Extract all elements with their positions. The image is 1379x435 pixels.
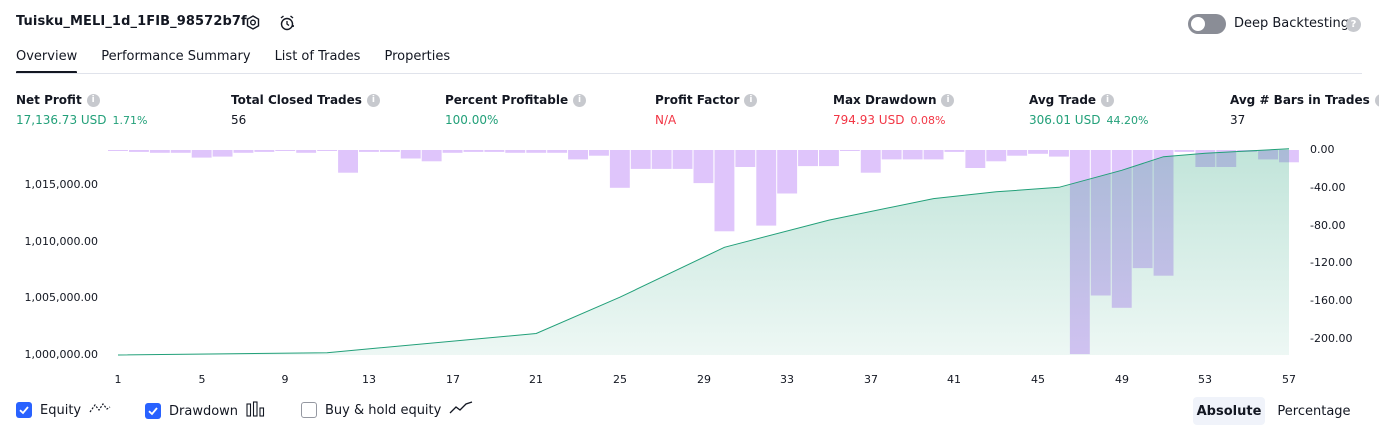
- drawdown-bar: [254, 150, 275, 152]
- equity-label: Equity: [40, 402, 82, 418]
- drawdown-bar: [400, 150, 421, 159]
- drawdown-bar: [881, 150, 902, 160]
- drawdown-bar: [296, 150, 317, 153]
- x-tick-label: 57: [1282, 373, 1296, 386]
- legend-buy-hold[interactable]: Buy & hold equity: [301, 401, 473, 419]
- x-tick-label: 5: [198, 373, 206, 386]
- percentage-button[interactable]: Percentage: [1273, 397, 1355, 425]
- drawdown-bar: [819, 150, 839, 167]
- bar-chart-icon: [246, 401, 266, 421]
- x-tick-label: 9: [281, 373, 289, 386]
- drawdown-bar: [191, 150, 212, 158]
- drawdown-bar: [317, 150, 338, 151]
- legend-drawdown[interactable]: Drawdown: [145, 401, 266, 421]
- x-tick-label: 33: [780, 373, 794, 386]
- drawdown-bar: [923, 150, 944, 160]
- drawdown-bar: [275, 150, 296, 151]
- drawdown-bar: [714, 150, 735, 232]
- drawdown-bar: [986, 150, 1007, 162]
- x-tick-label: 13: [362, 373, 376, 386]
- drawdown-bar: [1049, 150, 1069, 157]
- equity-tick-label: 1,000,000.00: [24, 348, 98, 361]
- drawdown-bar: [1174, 150, 1195, 152]
- drawdown-bar: [693, 150, 714, 184]
- drawdown-label: Drawdown: [169, 403, 239, 419]
- drawdown-bar: [672, 150, 693, 169]
- x-tick-label: 29: [697, 373, 711, 386]
- drawdown-bar: [589, 150, 609, 156]
- x-tick-label: 45: [1031, 373, 1045, 386]
- drawdown-bar: [421, 150, 442, 162]
- drawdown-tick-label: -200.00: [1310, 332, 1353, 345]
- drawdown-bar: [1028, 150, 1048, 154]
- x-tick-label: 49: [1115, 373, 1129, 386]
- drawdown-bar: [463, 150, 484, 152]
- buy-hold-label: Buy & hold equity: [325, 402, 442, 418]
- drawdown-bar: [129, 150, 149, 152]
- trend-line-icon: [449, 401, 473, 419]
- drawdown-tick-label: -160.00: [1310, 294, 1353, 307]
- drawdown-tick-label: -120.00: [1310, 256, 1353, 269]
- drawdown-bar: [630, 150, 651, 169]
- drawdown-bar: [359, 150, 379, 152]
- equity-tick-label: 1,010,000.00: [24, 235, 98, 248]
- drawdown-bar: [902, 150, 923, 160]
- drawdown-tick-label: -80.00: [1310, 219, 1346, 232]
- x-tick-label: 17: [446, 373, 460, 386]
- drawdown-bar: [839, 150, 860, 151]
- x-tick-label: 37: [864, 373, 878, 386]
- equity-tick-label: 1,005,000.00: [24, 291, 98, 304]
- drawdown-bar: [944, 150, 965, 152]
- drawdown-bar: [484, 150, 505, 152]
- drawdown-bar: [170, 150, 191, 153]
- drawdown-bar: [965, 150, 986, 168]
- drawdown-bar: [149, 150, 170, 153]
- legend-equity[interactable]: Equity: [16, 401, 111, 419]
- drawdown-bar: [609, 150, 630, 188]
- drawdown-bar: [547, 150, 568, 153]
- equity-tick-label: 1,015,000.00: [24, 178, 98, 191]
- drawdown-bar: [442, 150, 463, 153]
- drawdown-checkbox[interactable]: [145, 403, 161, 419]
- drawdown-bar: [526, 150, 547, 153]
- x-tick-label: 25: [613, 373, 627, 386]
- x-tick-label: 53: [1198, 373, 1212, 386]
- x-tick-label: 21: [529, 373, 543, 386]
- drawdown-tick-label: 0.00: [1310, 143, 1335, 156]
- buy-hold-checkbox[interactable]: [301, 402, 317, 418]
- drawdown-tick-label: -40.00: [1310, 181, 1346, 194]
- x-tick-label: 41: [947, 373, 961, 386]
- drawdown-bar: [735, 150, 756, 167]
- equity-drawdown-chart[interactable]: [0, 0, 1379, 435]
- absolute-button[interactable]: Absolute: [1193, 397, 1265, 425]
- drawdown-bar: [777, 150, 798, 194]
- drawdown-bar: [338, 150, 358, 173]
- drawdown-bar: [108, 150, 128, 151]
- equity-checkbox[interactable]: [16, 402, 32, 418]
- equity-line-icon: [89, 401, 111, 419]
- drawdown-bar: [860, 150, 881, 173]
- x-tick-label: 1: [114, 373, 122, 386]
- drawdown-bar: [505, 150, 526, 153]
- drawdown-bar: [568, 150, 588, 160]
- drawdown-bar: [212, 150, 233, 157]
- drawdown-bar: [651, 150, 672, 169]
- drawdown-bar: [756, 150, 777, 226]
- drawdown-bar: [379, 150, 400, 152]
- drawdown-bar: [798, 150, 818, 167]
- drawdown-bar: [1007, 150, 1028, 156]
- drawdown-bar: [233, 150, 254, 153]
